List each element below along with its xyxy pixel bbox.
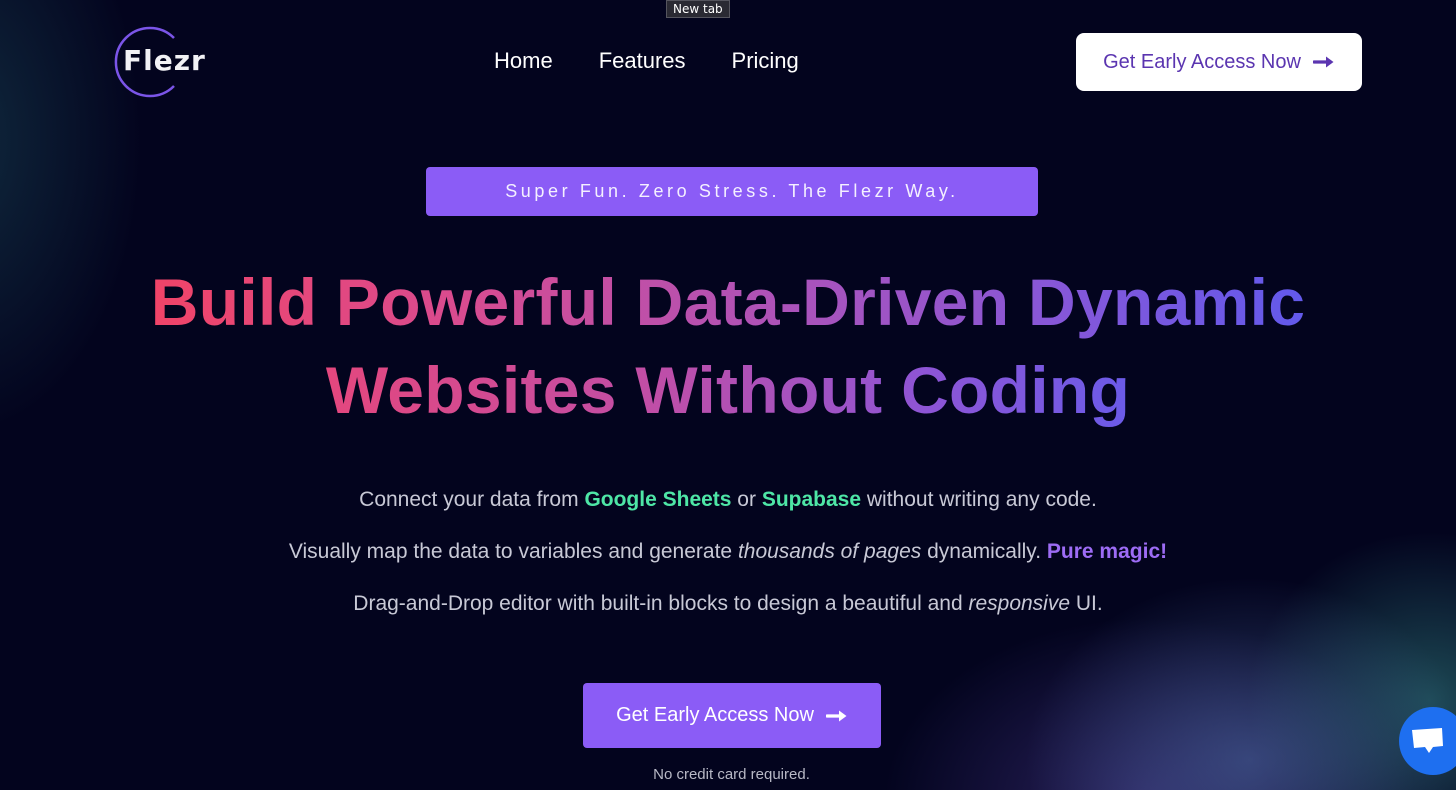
thousands-of-pages-italic: thousands of pages bbox=[737, 540, 922, 563]
desc3-text: UI. bbox=[1070, 592, 1103, 615]
tagline-badge: Super Fun. Zero Stress. The Flezr Way. bbox=[426, 167, 1038, 216]
desc2-text: dynamically. bbox=[921, 540, 1047, 563]
desc2-text: Visually map the data to variables and g… bbox=[288, 540, 738, 563]
nav-pricing[interactable]: Pricing bbox=[732, 48, 799, 74]
logo-text: Flezr bbox=[123, 44, 206, 77]
desc1-text: Connect your data from bbox=[359, 488, 585, 511]
pure-magic-highlight: Pure magic! bbox=[1046, 540, 1168, 563]
desc1-text: or bbox=[731, 488, 762, 511]
hero-headline: Build Powerful Data-Driven Dynamic Websi… bbox=[0, 258, 1456, 434]
desc1-text: without writing any code. bbox=[861, 488, 1097, 511]
nav-home[interactable]: Home bbox=[494, 48, 553, 74]
hero-cta-label: Get Early Access Now bbox=[616, 704, 814, 726]
description-line-1: Connect your data from Google Sheets or … bbox=[0, 488, 1456, 512]
headline-line-2: Websites Without Coding bbox=[325, 353, 1131, 427]
google-sheets-highlight: Google Sheets bbox=[584, 488, 732, 511]
desc3-text: Drag-and-Drop editor with built-in block… bbox=[353, 592, 969, 615]
description-line-3: Drag-and-Drop editor with built-in block… bbox=[0, 592, 1456, 616]
no-credit-card-note: No credit card required. bbox=[653, 766, 810, 783]
landing-page: New tab Flezr Home Features Pricing Get … bbox=[0, 0, 1456, 790]
nav-features[interactable]: Features bbox=[599, 48, 686, 74]
responsive-italic: responsive bbox=[968, 592, 1071, 615]
arrow-right-icon bbox=[825, 710, 847, 721]
logo[interactable]: Flezr bbox=[106, 26, 205, 98]
chat-widget-button[interactable] bbox=[1399, 707, 1456, 775]
chat-bubble-icon bbox=[1412, 728, 1443, 753]
header-get-early-access-button[interactable]: Get Early Access Now bbox=[1076, 33, 1362, 91]
header-cta-label: Get Early Access Now bbox=[1103, 50, 1301, 73]
hero-get-early-access-button[interactable]: Get Early Access Now bbox=[583, 683, 881, 748]
new-tab-tooltip: New tab bbox=[666, 0, 730, 18]
headline-line-1: Build Powerful Data-Driven Dynamic bbox=[150, 265, 1306, 339]
main-nav: Home Features Pricing bbox=[494, 48, 799, 74]
supabase-highlight: Supabase bbox=[761, 488, 862, 511]
arrow-right-icon bbox=[1312, 56, 1334, 68]
description-line-2: Visually map the data to variables and g… bbox=[0, 540, 1456, 564]
